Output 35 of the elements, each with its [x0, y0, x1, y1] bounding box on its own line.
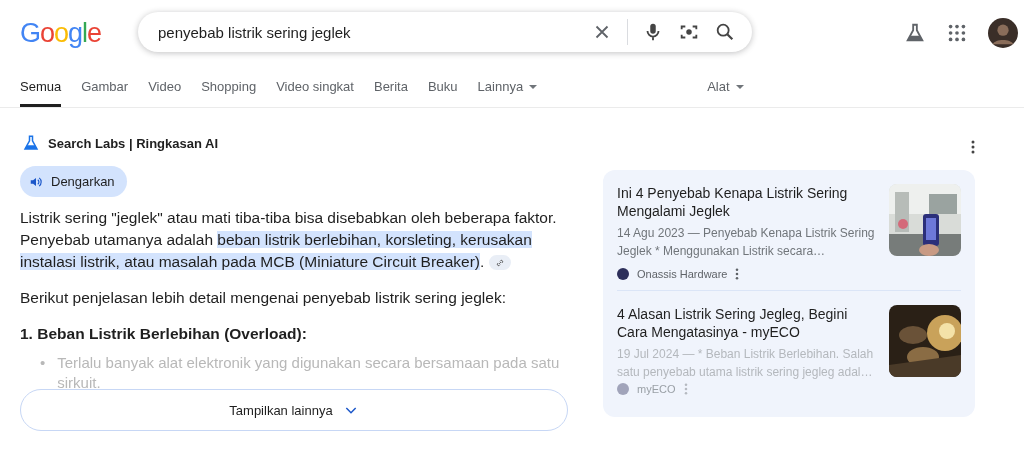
apps-icon[interactable] — [946, 22, 968, 44]
search-icon[interactable] — [714, 21, 736, 43]
flask-icon[interactable] — [904, 22, 926, 44]
site-name: myECO — [637, 383, 676, 395]
tab[interactable]: Video — [148, 66, 182, 107]
tools-menu[interactable]: Alat — [707, 79, 744, 94]
source-snippet: 14 Agu 2023 — Penyebab Kenapa Listrik Sering Jeglek * Menggunakan Listrik secara… — [617, 225, 876, 260]
intro-paragraph: Berikut penjelasan lebih detail mengenai penyebab listrik sering jeglek: — [20, 288, 507, 308]
source-title[interactable]: Ini 4 Penyebab Kenapa Listrik Sering Mengalami Jeglek — [617, 184, 877, 220]
more-options-icon[interactable] — [735, 268, 740, 280]
tab[interactable]: Gambar — [81, 66, 129, 107]
search-field[interactable]: penyebab listrik sering jeglek — [156, 22, 577, 42]
show-more-button[interactable]: Tampilkan lainnya — [20, 389, 568, 431]
tab[interactable]: Video singkat — [276, 66, 354, 107]
section-heading: 1. Beban Listrik Berlebihan (Overload): — [20, 325, 308, 343]
tab[interactable]: Lainnya — [477, 66, 538, 107]
tab[interactable]: Berita — [373, 66, 408, 107]
caret-icon — [529, 84, 538, 89]
source-title[interactable]: 4 Alasan Listrik Sering Jegleg, Begini Cara Mengatasinya - myECO — [617, 305, 877, 341]
flask-icon — [22, 134, 40, 152]
tab[interactable]: Shopping — [201, 66, 257, 107]
site-icon — [617, 268, 629, 280]
tab[interactable]: Semua — [20, 66, 62, 107]
section-title: Search Labs | Ringkasan AI — [48, 135, 219, 151]
link-icon[interactable] — [488, 255, 511, 271]
logo[interactable]: Google — [20, 17, 138, 49]
more-options-icon[interactable] — [971, 140, 975, 154]
site-name: Onassis Hardware — [637, 268, 728, 280]
listen-button[interactable]: Dengarkan — [20, 166, 127, 197]
source-snippet: 19 Jul 2024 — * Beban Listrik Berlebihan. Salah satu penyebab utama listrik sering jegleg adal… — [617, 346, 875, 381]
avatar[interactable] — [988, 18, 1018, 48]
caret-icon — [735, 84, 744, 89]
tab[interactable]: Buku — [427, 66, 458, 107]
site-icon — [617, 383, 629, 395]
bullet-marker: • — [40, 353, 46, 373]
